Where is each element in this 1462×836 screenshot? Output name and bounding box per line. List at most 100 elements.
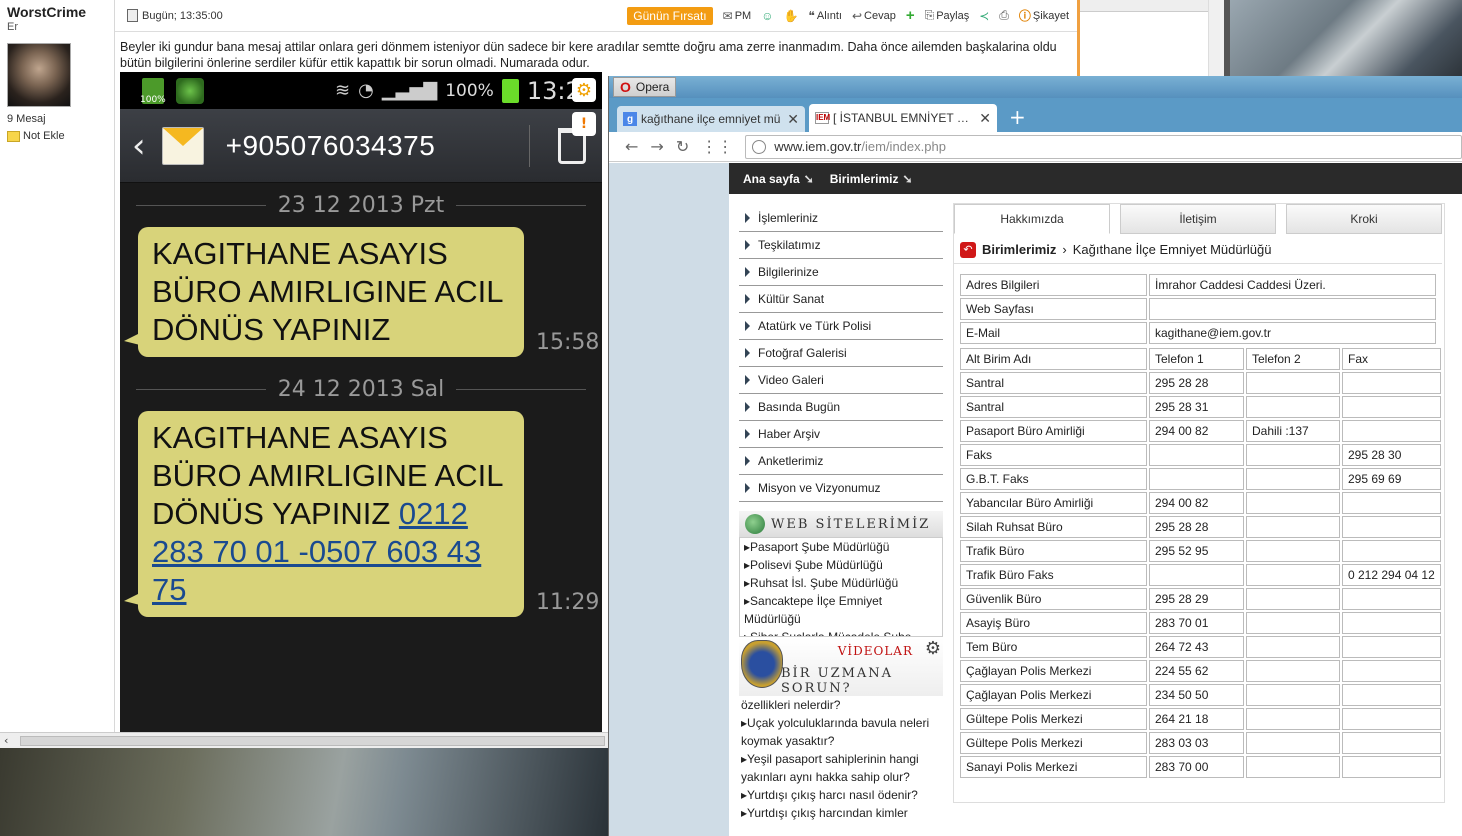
menu-item-label: Bilgilerinize [758,265,819,279]
scroll-thumb[interactable] [20,736,605,746]
tab-google-search[interactable]: g kağıthane ilçe emniyet mü ✕ [617,106,805,132]
opera-titlebar: O Opera [609,76,1462,98]
table-cell [1246,660,1340,682]
plus-icon: + [905,7,915,24]
faq-item[interactable]: ▸Yeşil pasaport sahiplerinin hangi yakın… [741,750,941,786]
web-sites-list[interactable]: ▸Pasaport Şube Müdürlüğü ▸Polisevi Şube M… [739,537,943,637]
menu-item[interactable]: Kültür Sanat [739,286,943,313]
opera-window: O Opera g kağıthane ilçe emniyet mü ✕ IEM[ … [608,76,1462,836]
quote-button[interactable]: ❝ Alıntı [808,9,842,23]
menu-item[interactable]: Teşkilatımız [739,232,943,259]
block-button[interactable]: ✋ [783,9,798,23]
deal-of-day-button[interactable]: Günün Fırsatı [627,6,713,25]
table-cell [1149,444,1244,466]
web-link[interactable]: ▸Pasaport Şube Müdürlüğü [744,538,938,556]
faq-question: Uçak yolculuklarında bavula neleri koyma… [741,716,930,748]
new-tab-button[interactable]: + [1009,105,1026,129]
add-friend-button[interactable]: ☺ [761,9,773,23]
back-icon[interactable]: ‹ [132,126,146,166]
tab-title: [ İSTANBUL EMNİYET MÜ [833,111,976,125]
faq-item[interactable]: özellikleri nelerdir? [741,696,941,714]
web-link[interactable]: ▸Polisevi Şube Müdürlüğü [744,556,938,574]
speed-dial-icon[interactable]: ⋮⋮ [701,137,733,156]
menu-item[interactable]: Fotoğraf Galerisi [739,340,943,367]
tab-contact[interactable]: İletişim [1120,204,1276,234]
avatar[interactable] [7,43,71,107]
menu-item[interactable]: Basında Bugün [739,394,943,421]
videos-label[interactable]: VİDEOLAR [838,644,913,658]
tab-about[interactable]: Hakkımızda [954,204,1110,234]
reload-icon[interactable]: ↻ [676,137,689,156]
breadcrumb-root[interactable]: Birimlerimiz [982,242,1056,257]
back-arrow-icon[interactable]: ← [625,137,638,156]
report-button[interactable]: ⓘ Şikayet [1019,7,1069,24]
close-icon[interactable]: ✕ [787,111,799,128]
table-cell: Dahili :137 [1246,420,1340,442]
social-share-button[interactable]: ≺ [979,9,989,23]
username[interactable]: WorstCrime [7,4,114,20]
forward-arrow-icon[interactable]: → [650,137,663,156]
table-cell [1342,588,1441,610]
opera-menu-button[interactable]: O Opera [613,77,677,97]
gear-icon[interactable]: ⚙ [572,78,596,102]
table-row: Çağlayan Polis Merkezi 234 50 50 [960,684,1441,706]
menu-item-label: Teşkilatımız [758,238,821,252]
menu-item[interactable]: Bilgilerinize [739,259,943,286]
message-bubble[interactable]: KAGITHANE ASAYIS BÜRO AMIRLIGINE ACIL DÖ… [124,227,524,357]
videos-banner[interactable]: VİDEOLAR ⚙ BİR UZMANA SORUN? [739,638,943,696]
desktop: WorstCrime Er 9 Mesaj Not Ekle Bugün; 13… [0,0,1462,836]
scroll-left-icon[interactable]: ‹ [4,734,8,747]
menu-item[interactable]: Misyon ve Vizyonumuz [739,475,943,502]
table-cell [1246,708,1340,730]
web-link[interactable]: ▸Ruhsat İsl. Şube Müdürlüğü [744,574,938,592]
menu-item[interactable]: Video Galeri [739,367,943,394]
plus-button[interactable]: + [906,7,915,24]
table-row: Trafik Büro Faks 0 212 294 04 12 [960,564,1441,586]
ask-expert-heading[interactable]: BİR UZMANA SORUN? [781,666,943,696]
menu-item[interactable]: Atatürk ve Türk Polisi [739,313,943,340]
faq-item[interactable]: ▸Yurtdışı çıkış harcı nasıl ödenir? [741,786,941,804]
pm-button[interactable]: ✉ PM [723,9,752,23]
quote-label: Alıntı [816,9,842,22]
table-cell [1149,468,1244,490]
web-link[interactable]: ▸Siber Suçlarla Mücadele Şube [744,628,938,636]
nav-home[interactable]: Ana sayfa ➘ [743,172,814,186]
vertical-scrollbar[interactable] [1208,0,1224,76]
table-row: Yabancılar Büro Amirliği 294 00 82 [960,492,1441,514]
menu-item[interactable]: Anketlerimiz [739,448,943,475]
address-field[interactable]: www.iem.gov.tr/iem/index.php [745,134,1462,159]
alert-icon[interactable]: ! [572,112,596,136]
contact-number[interactable]: +905076034375 [226,130,436,162]
message-count[interactable]: 9 Mesaj [7,113,114,125]
contact-row: Adres Bilgileri İmrahor Caddesi Caddesi Ü… [960,274,1436,296]
add-note-button[interactable]: Not Ekle [7,130,114,142]
menu-item[interactable]: İşlemleriniz [739,205,943,232]
menu-item-label: İşlemleriniz [758,211,819,225]
triangle-icon [745,483,750,493]
reply-icon: ↩ [851,8,863,23]
message-bubble[interactable]: KAGITHANE ASAYIS BÜRO AMIRLIGINE ACIL DÖ… [124,411,524,617]
user-rank: Er [7,21,18,33]
table-cell [1246,564,1340,586]
faq-item[interactable]: ▸Yurtdışı çıkış harcından kimler [741,804,941,822]
share-icon: ⎘ [924,8,935,22]
table-cell [1246,492,1340,514]
tab-iem[interactable]: IEM[ İSTANBUL EMNİYET MÜ ✕ [809,104,997,132]
table-cell: Trafik Büro [960,540,1147,562]
reply-button[interactable]: ↩ Cevap [852,9,896,23]
horizontal-scrollbar[interactable]: ‹ [0,732,608,748]
table-row: Santral 295 28 31 [960,396,1441,418]
faq-item[interactable]: ▸Uçak yolculuklarında bavula neleri koym… [741,714,941,750]
print-button[interactable]: ⎙ [999,8,1009,23]
web-link[interactable]: ▸Sancaktepe İlçe Emniyet Müdürlüğü [744,592,938,628]
site-info-icon[interactable] [752,139,767,154]
close-icon[interactable]: ✕ [979,110,991,127]
table-cell [1149,564,1244,586]
page-viewport: Ana sayfa ➘ Birimlerimiz ➘ İşlemleriniz Teş… [609,163,1462,836]
tab-map[interactable]: Kroki [1286,204,1442,234]
share-button[interactable]: ⎘ Paylaş [925,8,970,23]
triangle-icon [745,375,750,385]
table-cell [1342,540,1441,562]
menu-item[interactable]: Haber Arşiv [739,421,943,448]
nav-units[interactable]: Birimlerimiz ➘ [830,172,913,186]
